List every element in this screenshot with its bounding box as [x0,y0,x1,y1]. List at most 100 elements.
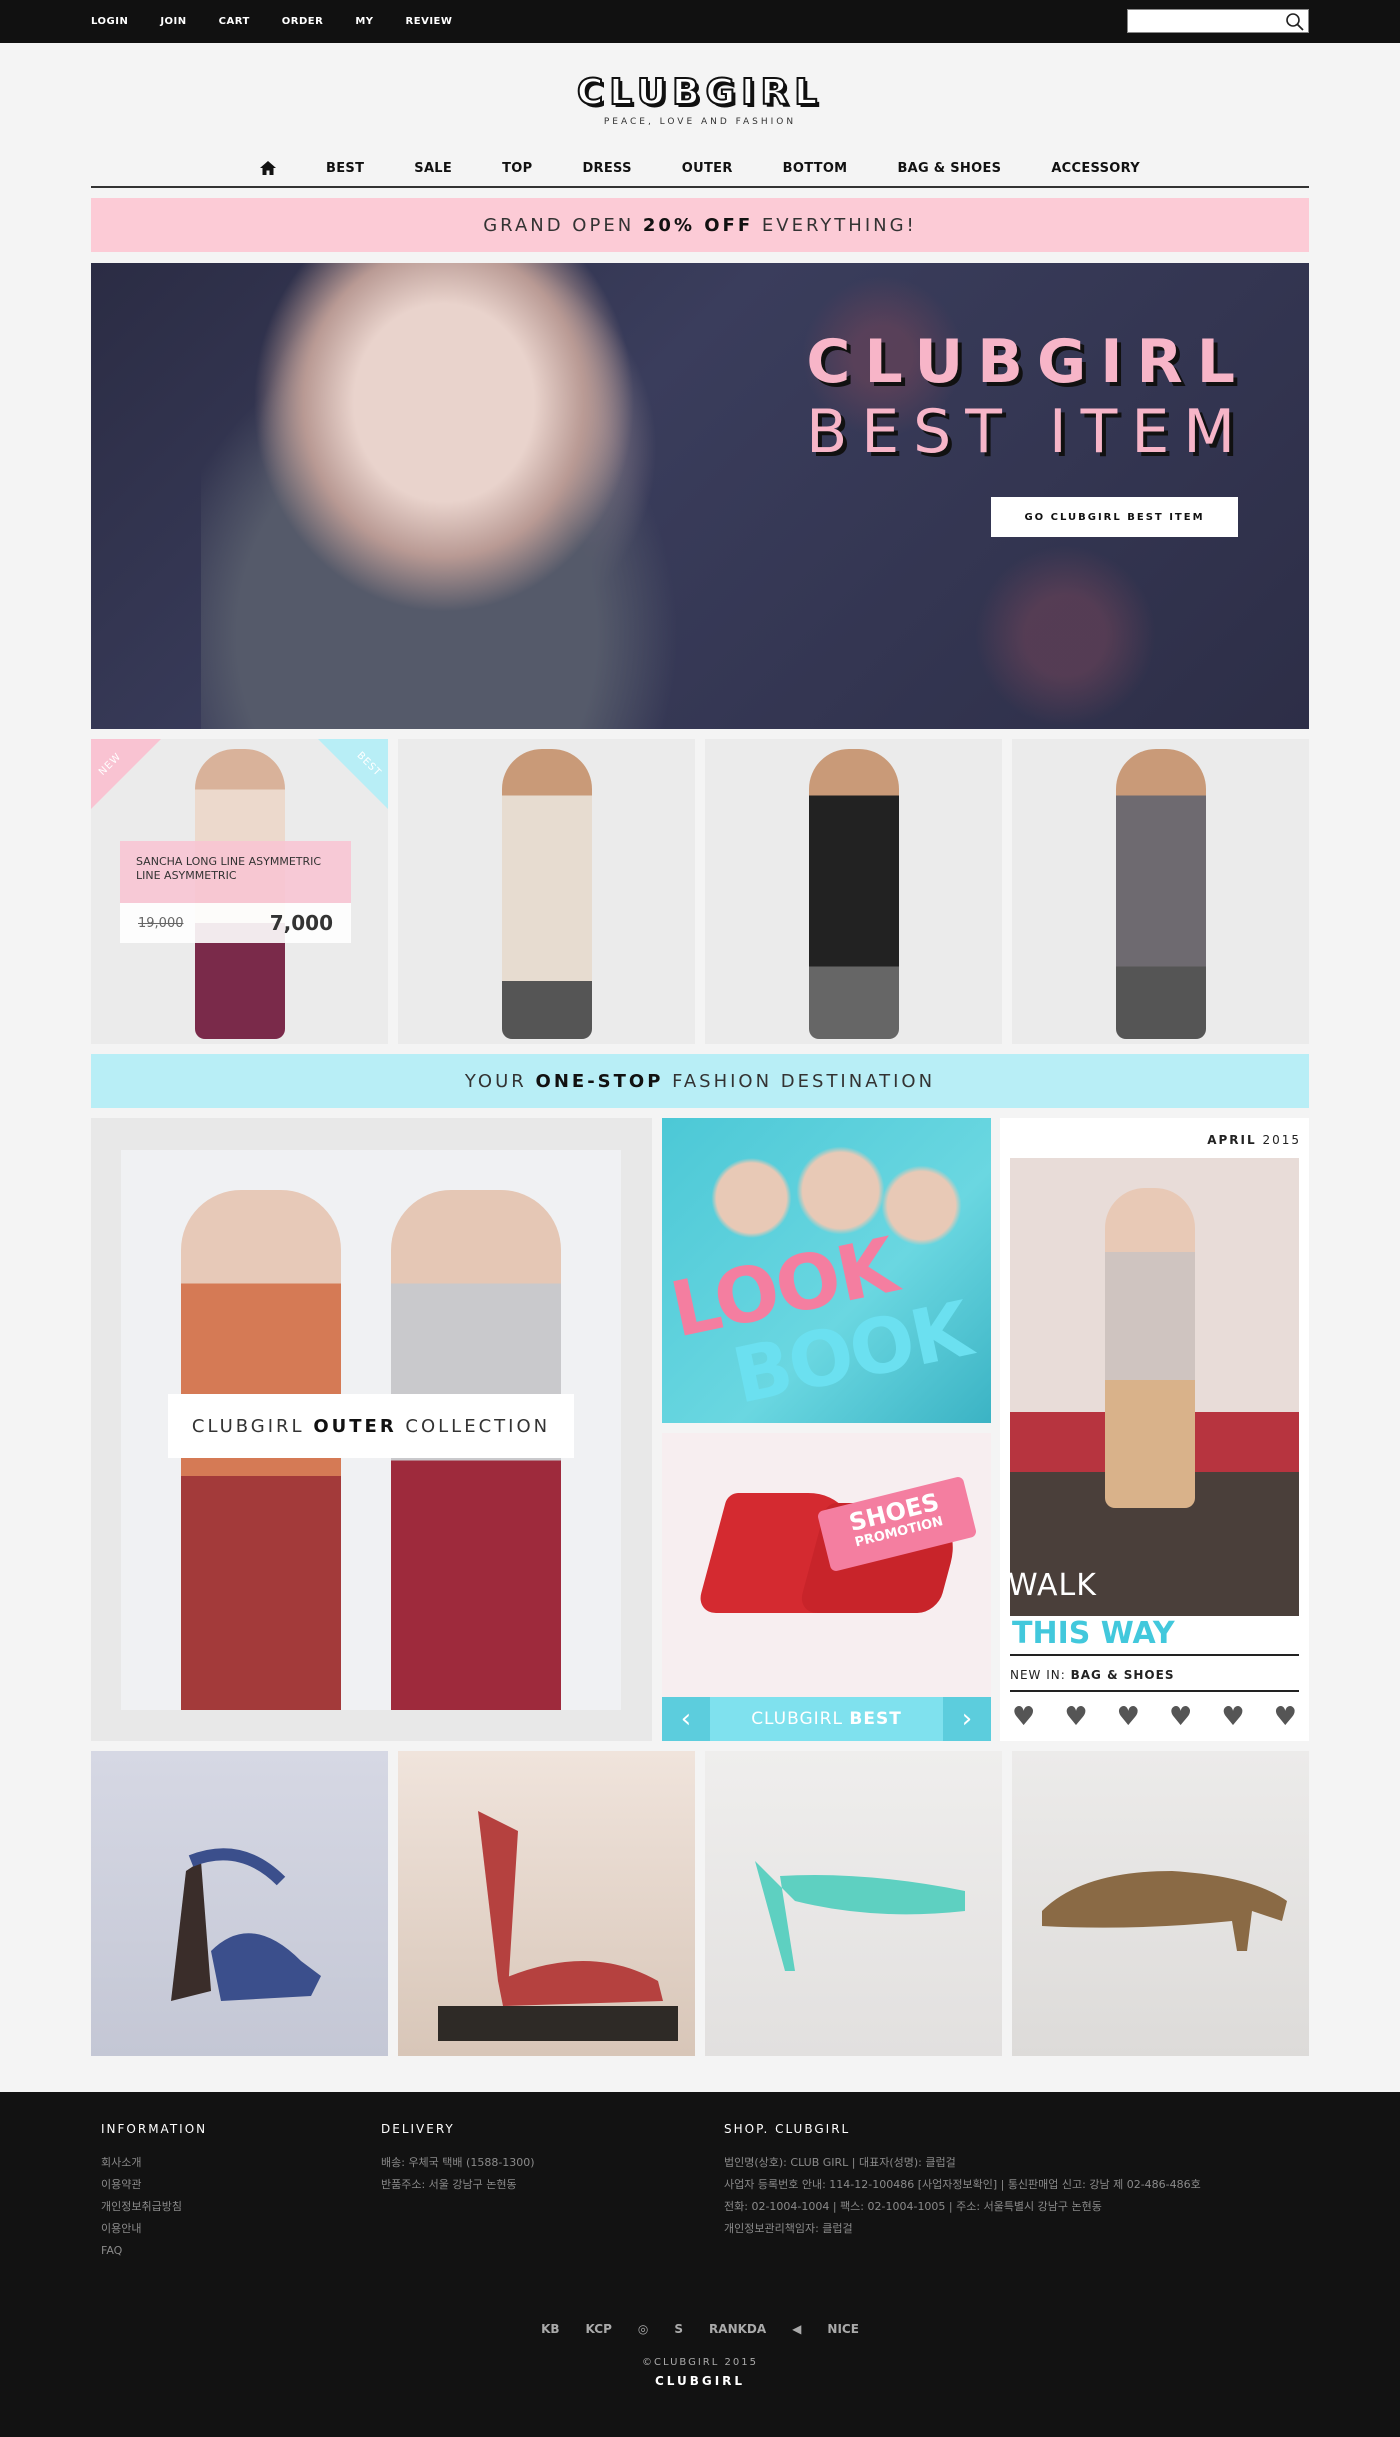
shoe-image [1042,1871,1287,1951]
product-card[interactable] [705,739,1002,1044]
my-link[interactable]: MY [355,16,373,27]
one-stop-banner[interactable]: YOUR ONE-STOP FASHION DESTINATION [91,1054,1309,1108]
partner-logos: KB KCP ◎ S RANKDA ◀ NICE [0,2322,1400,2336]
footer-info-list: 회사소개 이용약관 개인정보취급방침 이용안내 FAQ [101,2152,182,2262]
outer-collection-tile[interactable]: CLUBGIRL OUTER COLLECTION [91,1118,652,1741]
logo-tagline: PEACE, LOVE AND FASHION [603,117,797,127]
product-image [808,749,899,1039]
home-icon[interactable] [260,161,277,175]
heart-icon[interactable]: ♥ [1221,1702,1244,1732]
footer-delivery-title: DELIVERY [381,2122,455,2136]
site-logo[interactable]: CLUBGIRL PEACE, LOVE AND FASHION [0,71,1400,127]
nav-outer[interactable]: OUTER [682,161,733,176]
outer-label-post: COLLECTION [405,1415,551,1437]
search-icon[interactable] [1285,12,1305,32]
product-card[interactable] [1012,739,1309,1044]
walk-model [1105,1188,1195,1508]
nav-bag-shoes[interactable]: BAG & SHOES [897,161,1001,176]
best-slider-bar: ‹ CLUBGIRL BEST › [662,1697,991,1741]
product-image [1115,749,1206,1039]
promo-text-bold: 20% OFF [642,214,754,236]
promo-mid-post: FASHION DESTINATION [672,1070,936,1092]
promo-text-pre: GRAND OPEN [483,214,635,236]
outer-label-pre: CLUBGIRL [191,1415,305,1437]
walk-image [1010,1158,1299,1620]
footer-link-guide[interactable]: 이용안내 [101,2218,182,2240]
footer-shop-title: SHOP. CLUBGIRL [724,2122,851,2136]
heart-icon[interactable]: ♥ [1117,1702,1140,1732]
footer-link-company[interactable]: 회사소개 [101,2152,182,2174]
footer-link-terms[interactable]: 이용약관 [101,2174,182,2196]
shoe-image [171,1848,321,2001]
footer-delivery-line: 배송: 우체국 택배 (1588-1300) [381,2156,535,2169]
shoe-product-card[interactable] [398,1751,695,2056]
shoe-image [438,1811,678,2041]
hero-banner[interactable]: CLUBGIRL BEST ITEM GO CLUBGIRL BEST ITEM [91,263,1309,729]
issue-month: APRIL [1207,1133,1257,1147]
hero-cta-button[interactable]: GO CLUBGIRL BEST ITEM [991,497,1238,537]
order-link[interactable]: ORDER [282,16,324,27]
heart-icon[interactable]: ♥ [1274,1702,1297,1732]
best-slider-pre: CLUBGIRL [751,1709,850,1729]
hero-title-line2: BEST ITEM [806,397,1249,467]
partner-logo[interactable]: NICE [827,2322,859,2336]
top-utility-bar: LOGIN JOIN CART ORDER MY REVIEW [0,0,1400,43]
site-footer: INFORMATION 회사소개 이용약관 개인정보취급방침 이용안내 FAQ … [0,2092,1400,2437]
shoes-promotion-tile[interactable]: SHOES PROMOTION ‹ CLUBGIRL BEST › [662,1433,991,1741]
issue-date: APRIL 2015 [1207,1133,1301,1147]
partner-logo[interactable]: S [674,2322,683,2336]
this-way-word: THIS WAY [1010,1616,1299,1656]
chevron-right-icon[interactable]: › [942,1697,991,1741]
nav-sale[interactable]: SALE [414,161,452,176]
product-card[interactable] [398,739,695,1044]
heart-icon[interactable]: ♥ [1012,1702,1035,1732]
product-old-price: 19,000 [138,915,184,931]
footer-shop-line: 개인정보관리책임자: 클럽걸 [724,2222,853,2235]
product-info-overlay: SANCHA LONG LINE ASYMMETRIC LINE ASYMMET… [120,841,351,943]
join-link[interactable]: JOIN [160,16,186,27]
partner-logo[interactable]: ◀ [792,2322,801,2336]
nav-accessory[interactable]: ACCESSORY [1051,161,1140,176]
grand-open-banner[interactable]: GRAND OPEN 20% OFF EVERYTHING! [91,198,1309,252]
footer-link-faq[interactable]: FAQ [101,2240,182,2262]
product-row-dresses: NEW BEST SANCHA LONG LINE ASYMMETRIC LIN… [91,739,1309,1044]
new-in-label: NEW IN: BAG & SHOES [1010,1668,1299,1692]
product-name: SANCHA LONG LINE ASYMMETRIC LINE ASYMMET… [120,841,351,903]
footer-shop-line: 법인명(상호): CLUB GIRL | 대표자(성명): 클럽걸 [724,2156,956,2169]
product-image [501,749,592,1039]
heart-icon[interactable]: ♥ [1064,1702,1087,1732]
shoe-image [755,1861,965,1971]
footer-shop-list: 법인명(상호): CLUB GIRL | 대표자(성명): 클럽걸 사업자 등록… [724,2152,1201,2240]
search-input[interactable] [1128,10,1278,33]
lookbook-tile[interactable]: LOOK BOOK [662,1118,991,1423]
partner-logo[interactable]: KCP [586,2322,612,2336]
partner-logo[interactable]: ◎ [638,2322,648,2336]
product-price: 19,000 7,000 [120,903,351,943]
nav-dress[interactable]: DRESS [582,161,631,176]
promo-mid-bold: ONE-STOP [535,1070,664,1092]
nav-top[interactable]: TOP [502,161,532,176]
best-slider-bold: BEST [849,1709,902,1729]
new-in-bold: BAG & SHOES [1070,1668,1175,1682]
login-link[interactable]: LOGIN [91,16,128,27]
best-slider-label: CLUBGIRL BEST [751,1709,902,1729]
main-nav: BEST SALE TOP DRESS OUTER BOTTOM BAG & S… [91,150,1309,188]
logo-wordmark: CLUBGIRL [576,71,824,114]
nav-best[interactable]: BEST [326,161,364,176]
hero-model-image [201,263,741,729]
footer-link-privacy[interactable]: 개인정보취급방침 [101,2196,182,2218]
walk-this-way-tile[interactable]: APRIL 2015 WALK THIS WAY NEW IN: BAG & S… [1000,1118,1309,1741]
nav-bottom[interactable]: BOTTOM [783,161,848,176]
partner-logo[interactable]: RANKDA [709,2322,766,2336]
shoe-product-card[interactable] [705,1751,1002,2056]
shoe-product-card[interactable] [1012,1751,1309,2056]
product-card[interactable]: NEW BEST SANCHA LONG LINE ASYMMETRIC LIN… [91,739,388,1044]
cart-link[interactable]: CART [219,16,250,27]
shoe-product-card[interactable] [91,1751,388,2056]
heart-icon[interactable]: ♥ [1169,1702,1192,1732]
review-link[interactable]: REVIEW [406,16,453,27]
utility-links: LOGIN JOIN CART ORDER MY REVIEW [91,0,484,43]
chevron-left-icon[interactable]: ‹ [662,1697,710,1741]
search-box [1127,9,1309,33]
partner-logo[interactable]: KB [541,2322,559,2336]
